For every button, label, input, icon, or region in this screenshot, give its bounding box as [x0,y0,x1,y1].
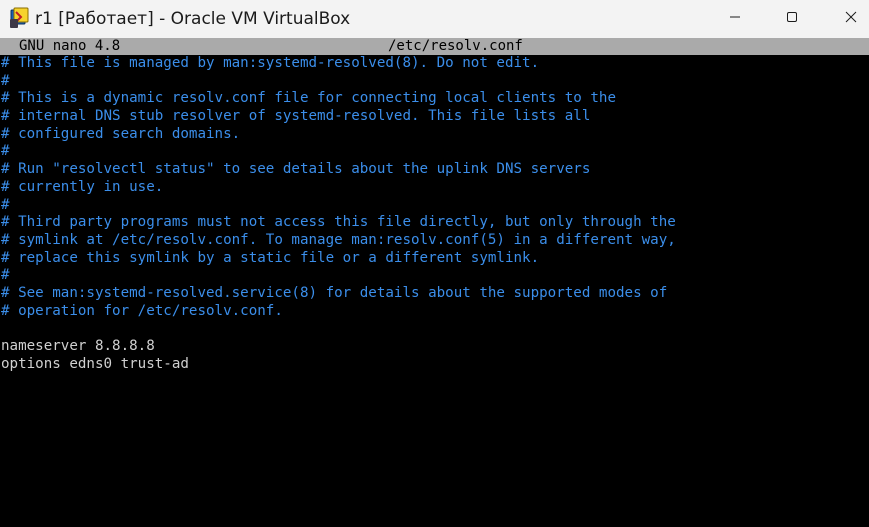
file-line: # See man:systemd-resolved.service(8) fo… [1,284,668,301]
maximize-button[interactable] [769,0,815,38]
file-line: # [1,72,10,89]
window-title: r1 [Работает] - Oracle VM VirtualBox [35,9,351,29]
virtualbox-icon [9,7,31,29]
file-line: # This is a dynamic resolv.conf file for… [1,90,616,107]
maximize-icon [786,10,798,28]
file-line: # Run "resolvectl status" to see details… [1,161,591,178]
file-line [1,320,676,338]
nano-filename: /etc/resolv.conf [388,38,523,54]
close-button[interactable] [828,0,869,38]
nano-title-bar: GNU nano 4.8 /etc/resolv.conf [0,38,869,55]
vm-console[interactable]: GNU nano 4.8 /etc/resolv.conf # This fil… [0,38,869,527]
minimize-button[interactable] [712,0,758,38]
file-line: # [1,143,10,160]
virtualbox-window: r1 [Работает] - Oracle VM VirtualBox GNU… [0,0,869,527]
minimize-icon [729,10,741,28]
close-icon [845,10,857,28]
file-line: # configured search domains. [1,125,241,142]
file-line: # symlink at /etc/resolv.conf. To manage… [1,231,676,248]
file-line: options edns0 trust-ad [1,355,189,372]
nano-version: GNU nano 4.8 [19,38,121,54]
file-line: # Third party programs must not access t… [1,214,676,231]
file-line: nameserver 8.8.8.8 [1,338,155,354]
file-line: # replace this symlink by a static file … [1,249,540,266]
file-line: # currently in use. [1,178,164,195]
file-content[interactable]: # This file is managed by man:systemd-re… [1,55,676,373]
file-line: # [1,267,10,284]
file-line: # This file is managed by man:systemd-re… [1,55,540,71]
file-line: # [1,196,10,213]
file-line: # operation for /etc/resolv.conf. [1,302,283,319]
file-line: # internal DNS stub resolver of systemd-… [1,108,591,125]
title-bar[interactable]: r1 [Работает] - Oracle VM VirtualBox [0,0,869,38]
